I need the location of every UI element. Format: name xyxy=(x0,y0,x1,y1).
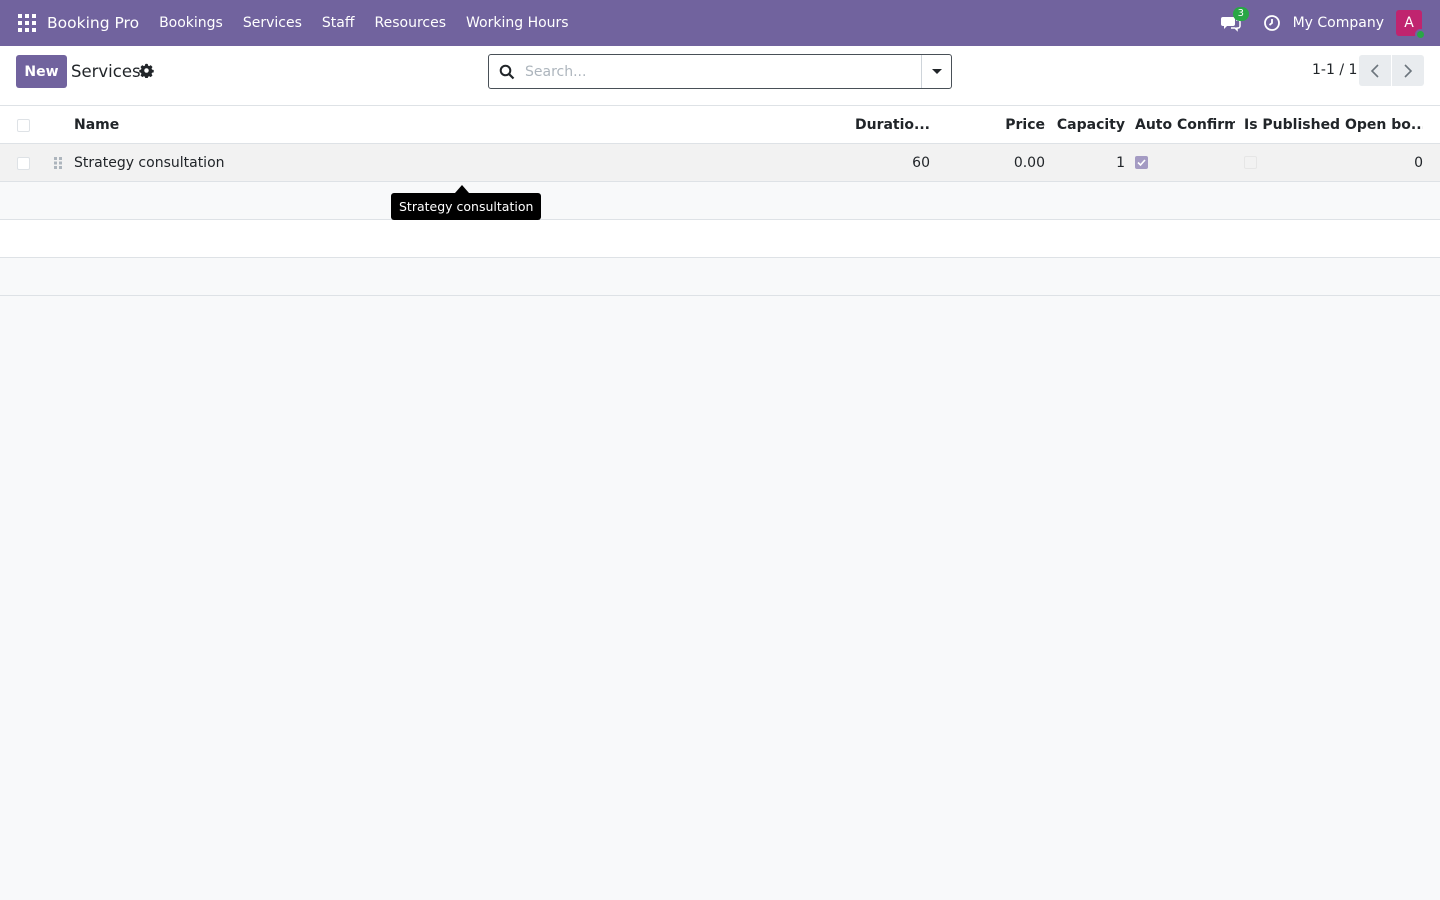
chevron-left-icon xyxy=(1370,63,1379,78)
cell-price: 0.00 xyxy=(1013,155,1045,171)
menu-item-resources[interactable]: Resources xyxy=(365,0,457,46)
tooltip-arrow xyxy=(455,185,469,193)
cell-is-published xyxy=(1244,144,1284,182)
top-navbar: Booking Pro Bookings Services Staff Reso… xyxy=(0,0,1440,46)
cell-capacity: 1 xyxy=(1116,155,1125,171)
chevron-right-icon xyxy=(1404,63,1413,78)
column-header-capacity[interactable]: Capacity xyxy=(1055,106,1125,144)
is-published-checkbox[interactable] xyxy=(1244,156,1257,169)
app-brand[interactable]: Booking Pro xyxy=(47,14,139,32)
cell-name[interactable]: Strategy consultation xyxy=(74,144,474,182)
breadcrumb-services: Services xyxy=(71,62,141,81)
company-switcher[interactable]: My Company xyxy=(1293,15,1384,31)
user-avatar[interactable]: A xyxy=(1396,10,1426,40)
search-bar xyxy=(488,54,952,89)
empty-row xyxy=(0,182,1440,220)
chat-icon[interactable]: 3 xyxy=(1220,7,1249,33)
apps-menu-icon[interactable] xyxy=(18,14,36,32)
column-header-auto-confirm[interactable]: Auto Confirm xyxy=(1135,106,1235,144)
pager-next-button[interactable] xyxy=(1392,55,1424,86)
name-tooltip: Strategy consultation xyxy=(391,193,542,220)
column-header-open-bookings[interactable]: Open bo... xyxy=(1345,106,1423,144)
cell-duration: 60 xyxy=(912,155,930,171)
column-header-is-published[interactable]: Is Published xyxy=(1244,106,1339,144)
services-list: Name Duratio... Price Capacity Auto Conf… xyxy=(0,106,1440,296)
menu-item-bookings[interactable]: Bookings xyxy=(149,0,233,46)
drag-handle-icon[interactable] xyxy=(53,156,63,170)
menu-item-working-hours[interactable]: Working Hours xyxy=(456,0,579,46)
menu-item-staff[interactable]: Staff xyxy=(312,0,365,46)
chat-count-badge: 3 xyxy=(1232,7,1249,21)
pager-previous-button[interactable] xyxy=(1359,55,1391,86)
empty-row xyxy=(0,220,1440,258)
menu-item-services[interactable]: Services xyxy=(233,0,312,46)
pager-value[interactable]: 1-1 / 1 xyxy=(1312,62,1357,78)
cell-auto-confirm xyxy=(1135,144,1175,182)
checkmark-icon xyxy=(1137,159,1146,167)
table-row[interactable]: Strategy consultation 60 0.00 1 0 xyxy=(0,144,1440,182)
main-menu: Bookings Services Staff Resources Workin… xyxy=(149,0,579,46)
avatar-letter: A xyxy=(1404,15,1414,31)
column-header-price[interactable]: Price xyxy=(960,106,1045,144)
new-button[interactable]: New xyxy=(16,55,67,88)
column-header-name[interactable]: Name xyxy=(74,106,274,144)
column-header-duration[interactable]: Duratio... xyxy=(850,106,930,144)
search-input[interactable] xyxy=(525,63,905,80)
row-select-checkbox[interactable] xyxy=(17,157,30,170)
search-icon xyxy=(499,64,515,80)
control-panel: New Services 1-1 / 1 xyxy=(0,46,1440,106)
online-status-icon xyxy=(1415,29,1426,40)
search-options-toggle[interactable] xyxy=(921,55,951,88)
table-header: Name Duratio... Price Capacity Auto Conf… xyxy=(0,106,1440,144)
select-all-checkbox[interactable] xyxy=(17,119,30,132)
activity-clock-icon[interactable] xyxy=(1263,14,1281,32)
auto-confirm-checkbox[interactable] xyxy=(1135,156,1148,169)
caret-down-icon xyxy=(931,69,942,74)
cell-open-bookings: 0 xyxy=(1414,155,1423,171)
empty-row xyxy=(0,258,1440,296)
gear-icon[interactable] xyxy=(139,63,154,79)
